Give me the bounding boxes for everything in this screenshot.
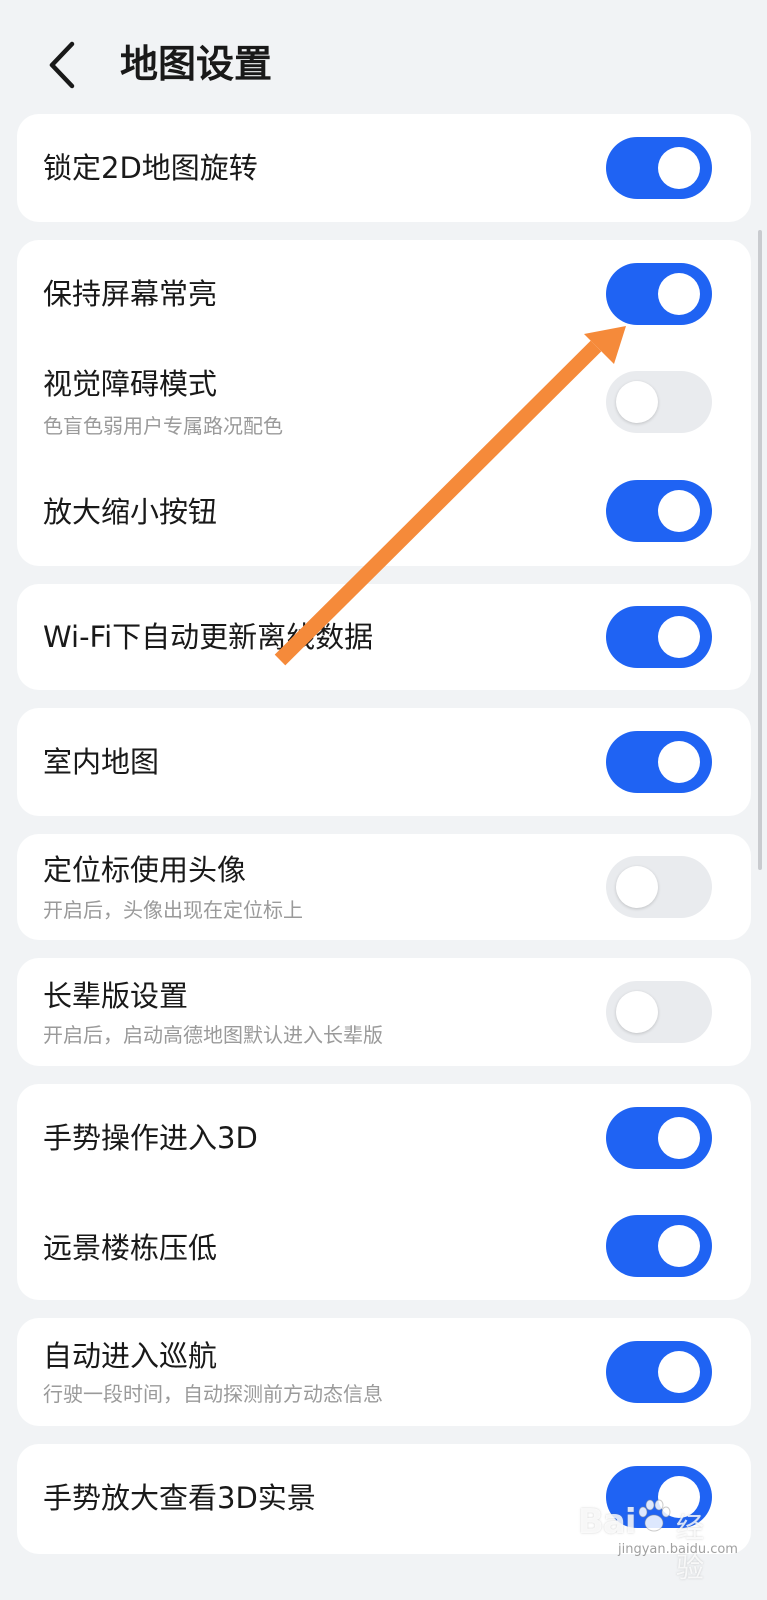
- paw-icon: [638, 1499, 671, 1532]
- watermark-url: jingyan.baidu.com: [618, 1542, 738, 1557]
- annotation-arrow-icon: [274, 326, 626, 666]
- watermark-brand: Bai: [578, 1502, 637, 1542]
- watermark: Bai 经验 jingyan.baidu.com: [578, 1492, 738, 1584]
